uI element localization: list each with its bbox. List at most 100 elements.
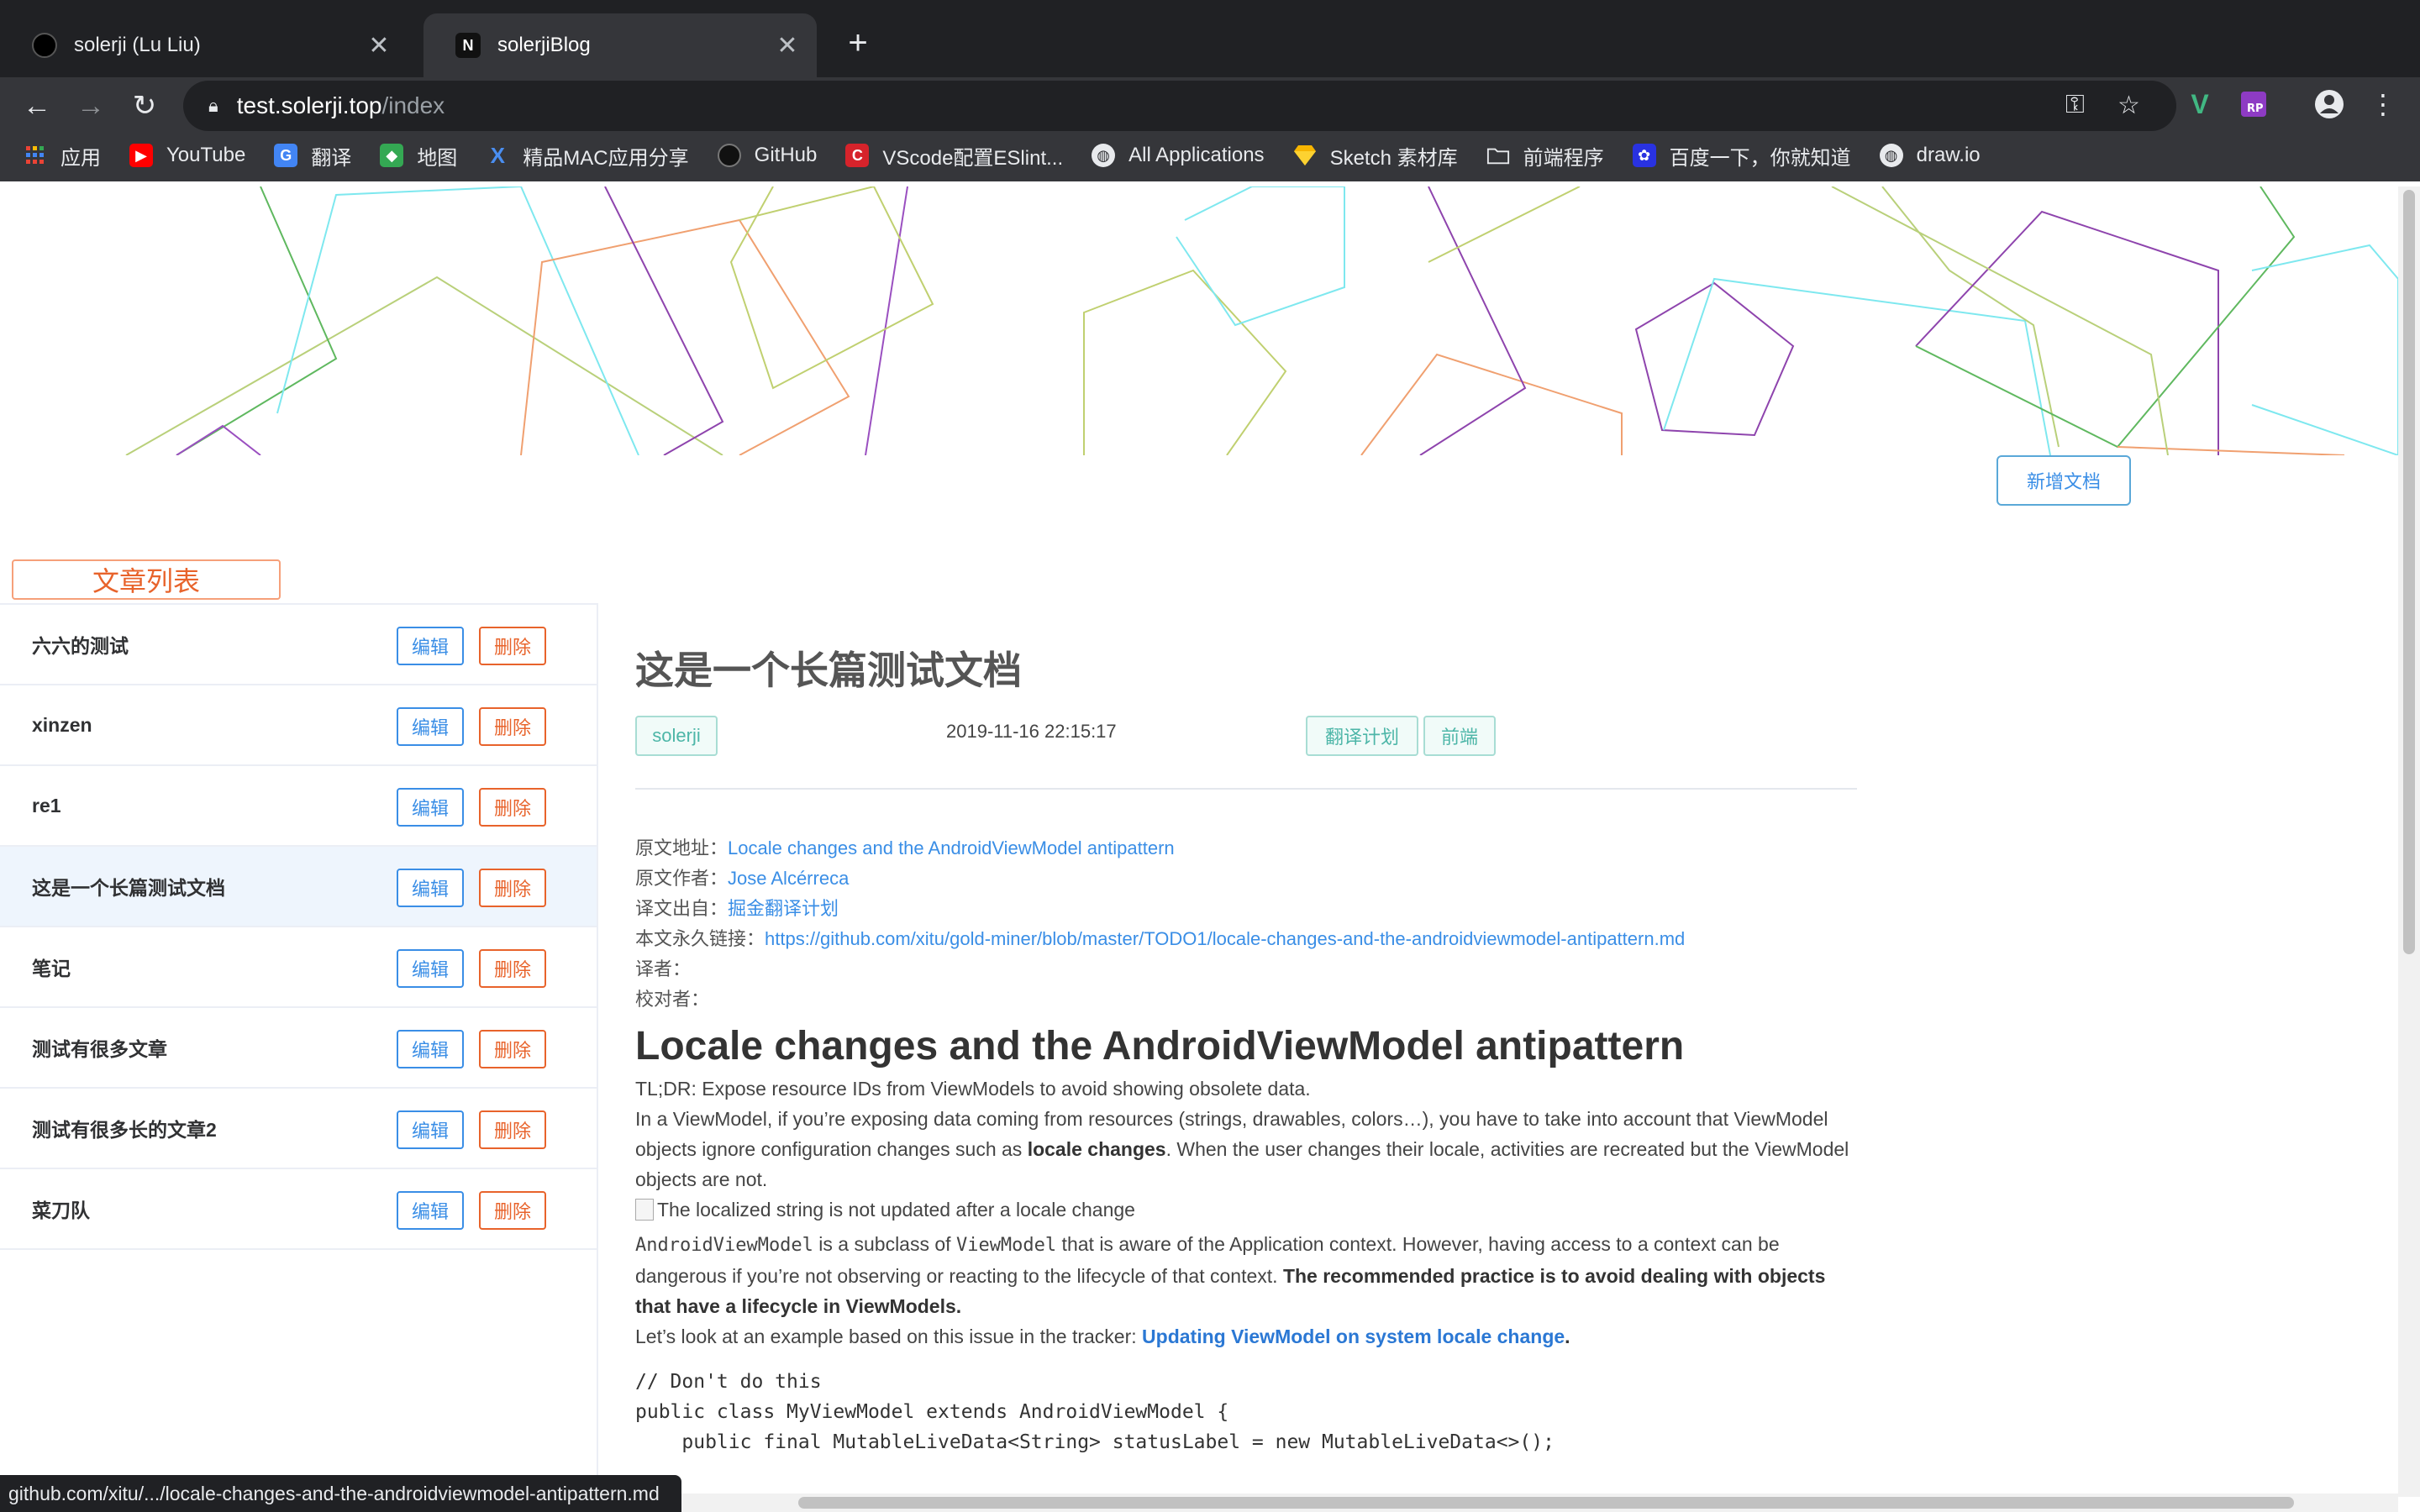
list-item[interactable]: 六六的测试 编辑 删除 [0,605,597,685]
bookmark-frontend-folder[interactable]: 前端程序 [1486,141,1604,171]
article-title[interactable]: 测试有很多长的文章2 [32,1114,217,1142]
translate-icon: G [274,144,298,167]
article-title[interactable]: 测试有很多文章 [32,1033,167,1062]
delete-button[interactable]: 删除 [479,627,546,665]
edit-button[interactable]: 编辑 [397,1030,464,1068]
delete-button[interactable]: 删除 [479,949,546,988]
proofreader-line: 校对者： [635,989,710,1010]
tab-title: solerji (Lu Liu) [74,34,201,56]
rp-extension-icon[interactable]: RP [2235,86,2272,123]
bookmark-mac-apps[interactable]: X 精品MAC应用分享 [486,141,689,171]
paragraph: AndroidViewModel is a subclass of ViewMo… [635,1233,1826,1317]
n-icon: N [455,33,481,58]
original-url-link[interactable]: Locale changes and the AndroidViewModel … [728,837,1175,858]
edit-button[interactable]: 编辑 [397,869,464,907]
list-item[interactable]: xinzen 编辑 删除 [0,685,597,766]
tab-github-profile[interactable]: solerji (Lu Liu) ✕ [0,13,408,77]
youtube-icon: ▶ [129,144,153,167]
article-title[interactable]: xinzen [32,714,92,737]
key-icon[interactable]: ⚿ [2065,91,2085,119]
divider [635,788,1857,790]
url-text[interactable]: test.solerji.top/index [237,92,445,119]
article-heading: Locale changes and the AndroidViewModel … [635,1024,1685,1068]
page-title: 这是一个长篇测试文档 [635,648,1022,692]
vertical-scrollbar[interactable] [2398,186,2420,1497]
bookmark-drawio[interactable]: ◍ draw.io [1879,144,1981,167]
article-title[interactable]: 六六的测试 [32,630,129,659]
translator-line: 译者： [635,958,692,979]
article-title[interactable]: re1 [32,795,61,817]
delete-button[interactable]: 删除 [479,1110,546,1149]
article-info: 原文地址：Locale changes and the AndroidViewM… [635,833,1862,1015]
article-list-title: 文章列表 [12,559,281,600]
vue-devtools-icon[interactable]: V [2181,86,2218,123]
globe-icon: ◍ [1092,144,1116,167]
bookmark-all-applications[interactable]: ◍ All Applications [1092,144,1265,167]
scroll-thumb[interactable] [2403,190,2415,954]
edit-button[interactable]: 编辑 [397,627,464,665]
tab-strip: solerji (Lu Liu) ✕ N solerjiBlog ✕ + [0,0,2420,77]
article-body: TL;DR: Expose resource IDs from ViewMode… [635,1074,1862,1352]
forward-arrow-icon[interactable]: → [66,81,116,131]
list-item[interactable]: 菜刀队 编辑 删除 [0,1169,597,1250]
code-block: // Don't do this public class MyViewMode… [635,1371,1555,1453]
tracker-issue-link[interactable]: Updating ViewModel on system locale chan… [1142,1326,1565,1347]
paragraph: In a ViewModel, if you’re exposing data … [635,1108,1849,1190]
info-label: 译文出自： [635,898,729,919]
svg-text:RP: RP [2247,102,2264,115]
add-document-button[interactable]: 新增文档 [1996,455,2131,506]
x-icon: X [490,142,505,168]
bookmarks-bar: 应用 ▶ YouTube G 翻译 ◆ 地图 X 精品MAC应用分享 GitHub CV… [0,134,2420,176]
reload-icon[interactable]: ↻ [119,81,170,131]
decorative-polygon-banner [125,186,2398,455]
list-item[interactable]: 笔记 编辑 删除 [0,927,597,1008]
delete-button[interactable]: 删除 [479,1030,546,1068]
edit-button[interactable]: 编辑 [397,949,464,988]
list-item[interactable]: 测试有很多长的文章2 编辑 删除 [0,1089,597,1169]
bookmark-sketch[interactable]: Sketch 素材库 [1293,141,1458,171]
sketch-icon [1293,144,1317,167]
new-tab-button[interactable]: + [837,22,879,64]
article-title[interactable]: 菜刀队 [32,1194,90,1223]
bookmark-vscode-eslint[interactable]: C VScode配置ESlint... [845,141,1063,171]
list-item-selected[interactable]: 这是一个长篇测试文档 编辑 删除 [0,847,597,927]
bookmark-apps[interactable]: 应用 [24,141,101,171]
bookmark-github[interactable]: GitHub [717,144,817,167]
close-icon[interactable]: ✕ [366,31,392,60]
edit-button[interactable]: 编辑 [397,1110,464,1149]
article-list: 六六的测试 编辑 删除 xinzen 编辑 删除 re1 编辑 删除 这是一个长… [0,603,598,1512]
bookmark-baidu[interactable]: ✿ 百度一下，你就知道 [1632,141,1851,171]
permalink-link[interactable]: https://github.com/xitu/gold-miner/blob/… [765,928,1685,949]
account-icon[interactable] [2311,86,2348,123]
star-icon[interactable]: ☆ [2118,91,2140,120]
bookmark-youtube[interactable]: ▶ YouTube [129,144,245,167]
article-title[interactable]: 笔记 [32,953,71,981]
tab-solerji-blog[interactable]: N solerjiBlog ✕ [424,13,817,77]
delete-button[interactable]: 删除 [479,869,546,907]
edit-button[interactable]: 编辑 [397,788,464,827]
baidu-icon: ✿ [1632,144,1656,167]
page-viewport: 新增文档 文章列表 六六的测试 编辑 删除 xinzen 编辑 删除 re1 编… [0,186,2420,1512]
close-icon[interactable]: ✕ [775,31,800,60]
source-link[interactable]: 掘金翻译计划 [728,898,839,919]
info-label: 本文永久链接： [635,928,765,949]
back-arrow-icon[interactable]: ← [12,81,62,131]
menu-dots-icon[interactable]: ⋮ [2365,86,2402,123]
delete-button[interactable]: 删除 [479,707,546,746]
original-author-link[interactable]: Jose Alcérreca [728,868,849,889]
edit-button[interactable]: 编辑 [397,707,464,746]
list-item[interactable]: re1 编辑 删除 [0,766,597,847]
delete-button[interactable]: 删除 [479,1191,546,1230]
bookmark-translate[interactable]: G 翻译 [274,141,351,171]
folder-icon [1486,144,1510,167]
article-title[interactable]: 这是一个长篇测试文档 [32,872,225,900]
address-bar[interactable]: 🔒︎ test.solerji.top/index ⚿ ☆ [183,81,2176,131]
publish-date: 2019-11-16 22:15:17 [946,721,1117,742]
tag-badge: 翻译计划 [1306,716,1418,756]
list-item[interactable]: 测试有很多文章 编辑 删除 [0,1008,597,1089]
scroll-thumb[interactable] [798,1497,2294,1509]
delete-button[interactable]: 删除 [479,788,546,827]
globe-icon: ◍ [1879,144,1903,167]
edit-button[interactable]: 编辑 [397,1191,464,1230]
bookmark-maps[interactable]: ◆ 地图 [380,141,457,171]
